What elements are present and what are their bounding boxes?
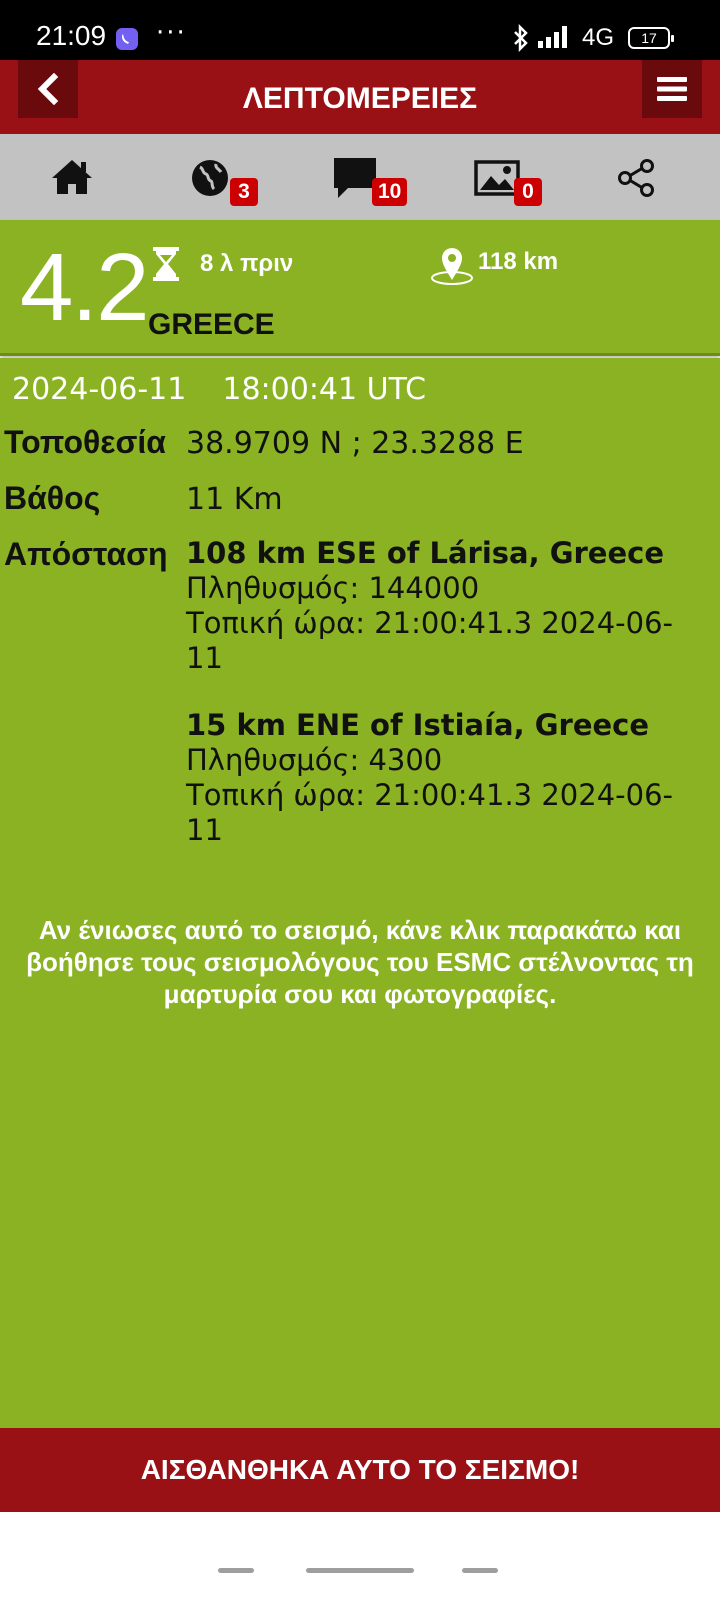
back-button[interactable] [18,60,78,118]
globe-badge: 3 [230,178,258,206]
location-label: Τοποθεσία [4,424,166,460]
share-button[interactable] [578,134,698,220]
datetime-line: 2024-06-11 18:00:41 UTC [12,372,462,407]
nearby-place: 15 km ENE of Istiaía, Greece Πληθυσμός: … [186,708,706,848]
quake-date: 2024-06-11 [12,372,187,407]
viber-icon [116,28,138,50]
quake-details: 2024-06-11 18:00:41 UTC Τοποθεσία 38.9709… [0,358,720,1428]
location-pin-icon [431,248,473,285]
hamburger-menu-icon [657,77,687,101]
place-population: Πληθυσμός: 144000 [186,571,480,605]
pictures-badge: 0 [514,178,542,206]
place-local-time: Τοπική ώρα: 21:00:41.3 2024-06-11 [186,606,673,675]
place-local-time: Τοπική ώρα: 21:00:41.3 2024-06-11 [186,778,673,847]
page-title: ΛΕΠΤΟΜΕΡΕΙΕΣ [242,82,478,115]
status-time: 21:09 [36,20,107,51]
map-button[interactable]: 3 [152,134,272,220]
status-bar: 21:09 ··· 4G 17 [0,0,720,60]
menu-button[interactable] [642,60,702,118]
nav-recent-button[interactable] [218,1568,254,1573]
signal-icon [538,26,567,48]
comments-button[interactable]: 10 [296,134,416,220]
nav-home-button[interactable] [306,1568,414,1573]
bluetooth-icon [514,24,528,52]
pictures-button[interactable]: 0 [440,134,560,220]
home-icon [52,160,92,194]
felt-it-button[interactable]: ΑΙΣΘΑΝΘΗΚΑ ΑΥΤΟ ΤΟ ΣΕΙΣΜΟ! [0,1428,720,1512]
region-name: GREECE [148,308,275,341]
time-ago: 8 λ πριν [200,250,294,277]
location-value: 38.9709 N ; 23.3288 E [186,426,524,461]
quake-time: 18:00:41 UTC [222,372,427,407]
depth-value: 11 Km [186,482,283,517]
chevron-left-icon [37,73,59,105]
app-bar: ΛΕΠΤΟΜΕΡΕΙΕΣ [0,60,720,134]
nav-back-button[interactable] [462,1568,498,1573]
network-type: 4G [582,24,615,51]
place-population: Πληθυσμός: 4300 [186,743,443,777]
comments-badge: 10 [372,178,408,206]
globe-icon [192,160,228,196]
toolbar: 3 10 0 [0,134,720,220]
felt-message: Αν ένιωσες αυτό το σεισμό, κάνε κλικ παρ… [26,915,694,1009]
system-nav-bar [0,1512,720,1600]
place-name: 108 km ESE of Lárisa, Greece [186,536,665,570]
depth-label: Βάθος [4,480,101,516]
place-name: 15 km ENE of Istiaía, Greece [186,708,650,742]
status-dots: ··· [156,18,187,48]
share-icon [618,159,654,197]
magnitude: 4.2 [20,234,149,341]
home-button[interactable] [12,134,132,220]
hourglass-icon [153,247,179,281]
quake-summary: 4.2 8 λ πριν 118 km GREECE [0,220,720,356]
battery-icon: 17 [628,27,674,49]
nearby-place: 108 km ESE of Lárisa, Greece Πληθυσμός: … [186,536,706,676]
distance-label: Απόσταση [4,536,168,572]
distance-km: 118 km [478,248,559,275]
